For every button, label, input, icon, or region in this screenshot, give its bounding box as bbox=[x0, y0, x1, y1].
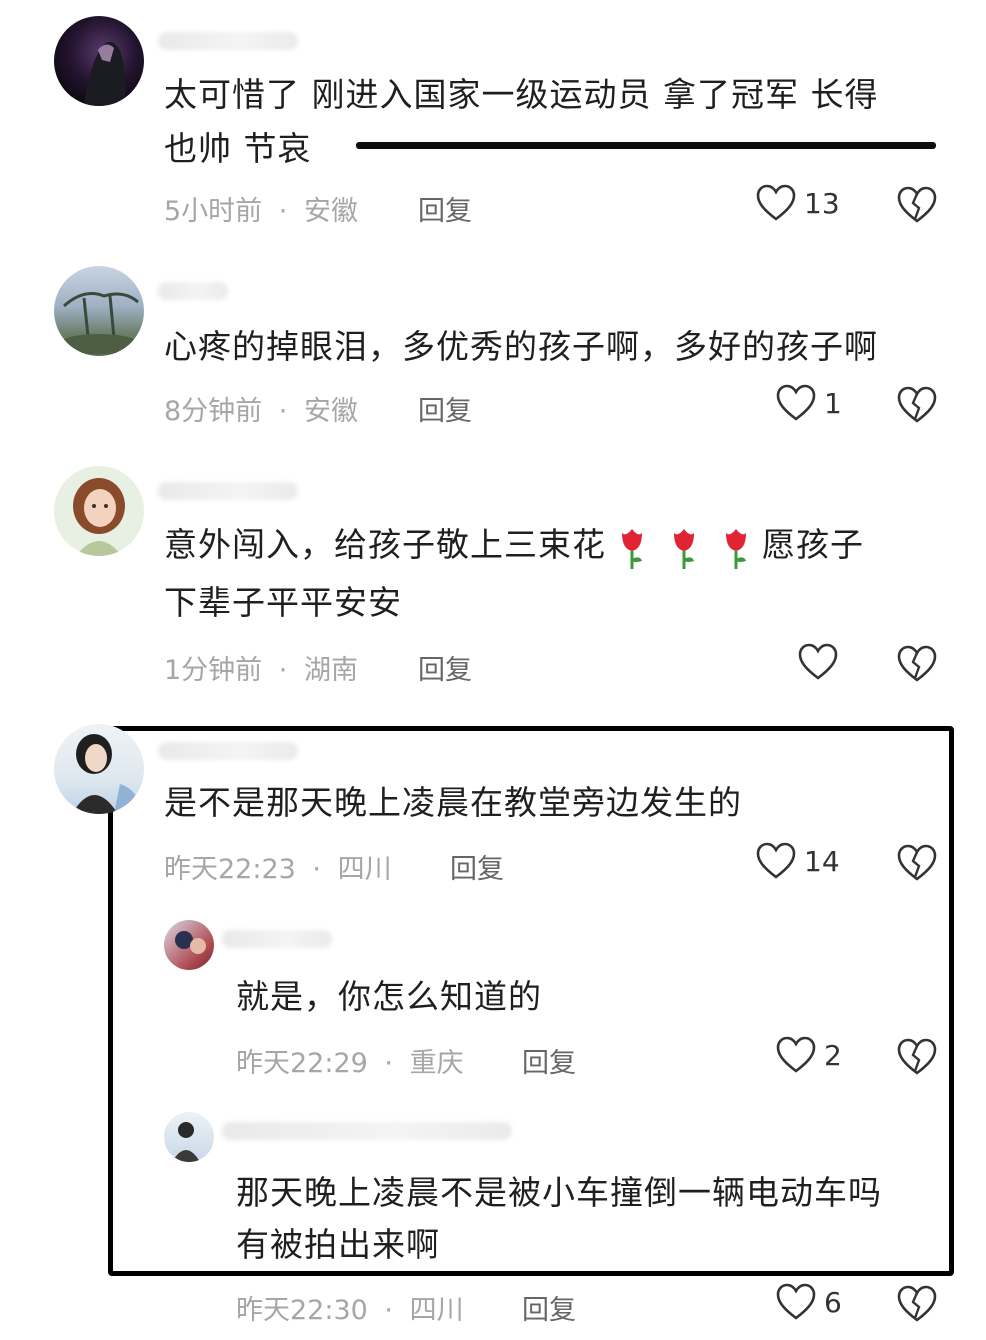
redaction-bar bbox=[356, 142, 936, 149]
reply-text: 那天晚上凌晨不是被小车撞倒一辆电动车吗 bbox=[236, 1173, 882, 1212]
username-blurred[interactable] bbox=[158, 482, 298, 500]
meta-separator: · bbox=[384, 1295, 393, 1326]
username-blurred[interactable] bbox=[222, 930, 332, 948]
username-blurred[interactable] bbox=[158, 742, 298, 760]
avatar[interactable] bbox=[164, 1112, 214, 1162]
comment-text-part: 愿孩子 bbox=[762, 525, 864, 564]
username-blurred[interactable] bbox=[158, 32, 298, 50]
comment-meta: 1分钟前 · 湖南 bbox=[164, 648, 358, 687]
heart-icon bbox=[776, 384, 816, 421]
comment-text-part: 意外闯入，给孩子敬上三束花 bbox=[164, 525, 606, 564]
comment-region: 湖南 bbox=[303, 655, 358, 686]
like-button[interactable]: 2 bbox=[776, 1036, 842, 1074]
rose-icon bbox=[674, 528, 694, 569]
avatar-person-icon bbox=[172, 1122, 200, 1162]
comment-time: 5小时前 bbox=[164, 196, 263, 227]
dislike-button[interactable] bbox=[897, 645, 937, 687]
avatar-person-icon bbox=[72, 734, 140, 814]
avatar[interactable] bbox=[54, 266, 144, 356]
reply-button[interactable]: 回复 bbox=[450, 847, 504, 886]
broken-heart-icon bbox=[897, 386, 937, 423]
broken-heart-icon bbox=[897, 645, 937, 682]
like-count: 1 bbox=[824, 386, 842, 420]
avatar[interactable] bbox=[54, 16, 144, 106]
broken-heart-icon bbox=[897, 844, 937, 881]
username-blurred[interactable] bbox=[158, 282, 228, 300]
comment-text: 心疼的掉眼泪，多优秀的孩子啊，多好的孩子啊 bbox=[164, 327, 878, 366]
heart-icon bbox=[776, 1036, 816, 1073]
like-count: 14 bbox=[804, 844, 840, 878]
meta-separator: · bbox=[278, 396, 288, 427]
dislike-button[interactable] bbox=[897, 386, 937, 428]
broken-heart-icon bbox=[897, 1285, 937, 1322]
like-button[interactable]: 1 bbox=[776, 384, 842, 422]
reply-button[interactable]: 回复 bbox=[522, 1041, 576, 1080]
reply-button[interactable]: 回复 bbox=[418, 648, 472, 687]
comment-text: 意外闯入，给孩子敬上三束花 愿孩子 bbox=[164, 518, 864, 572]
heart-icon bbox=[756, 842, 796, 879]
comment-time: 昨天22:23 bbox=[164, 854, 296, 885]
rose-icon bbox=[622, 528, 642, 569]
like-button[interactable]: 6 bbox=[776, 1283, 842, 1321]
reply-text: 就是，你怎么知道的 bbox=[236, 977, 542, 1016]
reply-button[interactable]: 回复 bbox=[418, 389, 472, 428]
reply-time: 昨天22:29 bbox=[236, 1048, 368, 1079]
avatar[interactable] bbox=[164, 920, 214, 970]
like-button[interactable] bbox=[798, 643, 846, 681]
comment-text-line2: 也帅 节哀 bbox=[164, 129, 312, 168]
reply-time: 昨天22:30 bbox=[236, 1295, 368, 1326]
avatar-girl-icon bbox=[73, 478, 125, 556]
comment-region: 安徽 bbox=[303, 396, 358, 427]
avatar-tree-icon bbox=[59, 292, 139, 354]
comment-time: 8分钟前 bbox=[164, 396, 263, 427]
reply-button[interactable]: 回复 bbox=[418, 189, 472, 228]
username-blurred[interactable] bbox=[222, 1122, 512, 1140]
comment-meta: 8分钟前 · 安徽 bbox=[164, 389, 358, 428]
comment-region: 四川 bbox=[337, 854, 392, 885]
comment-text: 是不是那天晚上凌晨在教堂旁边发生的 bbox=[164, 783, 742, 822]
avatar-figure-icon bbox=[84, 41, 126, 106]
like-button[interactable]: 13 bbox=[756, 184, 840, 222]
heart-icon bbox=[776, 1283, 816, 1320]
avatar[interactable] bbox=[54, 466, 144, 556]
heart-icon bbox=[798, 643, 838, 680]
dislike-button[interactable] bbox=[897, 1038, 937, 1080]
heart-icon bbox=[756, 184, 796, 221]
reply-meta: 昨天22:29 · 重庆 bbox=[236, 1041, 464, 1080]
comment-text: 太可惜了 刚进入国家一级运动员 拿了冠军 长得 bbox=[164, 75, 879, 114]
comment-text-line2: 下辈子平平安安 bbox=[164, 583, 402, 622]
avatar-figure-icon bbox=[175, 931, 206, 954]
dislike-button[interactable] bbox=[897, 844, 937, 886]
comment-time: 1分钟前 bbox=[164, 655, 263, 686]
like-button[interactable]: 14 bbox=[756, 842, 840, 880]
reply-meta: 昨天22:30 · 四川 bbox=[236, 1288, 464, 1327]
meta-separator: · bbox=[278, 196, 288, 227]
like-count: 2 bbox=[824, 1038, 842, 1072]
like-count: 6 bbox=[824, 1285, 842, 1319]
comment-region: 安徽 bbox=[303, 196, 358, 227]
broken-heart-icon bbox=[897, 186, 937, 223]
meta-separator: · bbox=[384, 1048, 393, 1079]
reply-text-line2: 有被拍出来啊 bbox=[236, 1225, 440, 1264]
meta-separator: · bbox=[278, 655, 288, 686]
dislike-button[interactable] bbox=[897, 186, 937, 228]
comment-meta: 5小时前 · 安徽 bbox=[164, 189, 358, 228]
avatar[interactable] bbox=[54, 724, 144, 814]
reply-region: 四川 bbox=[409, 1295, 464, 1326]
reply-button[interactable]: 回复 bbox=[522, 1288, 576, 1327]
reply-region: 重庆 bbox=[409, 1048, 464, 1079]
rose-icon bbox=[726, 528, 746, 569]
dislike-button[interactable] bbox=[897, 1285, 937, 1327]
broken-heart-icon bbox=[897, 1038, 937, 1075]
meta-separator: · bbox=[312, 854, 321, 885]
like-count: 13 bbox=[804, 186, 840, 220]
comment-meta: 昨天22:23 · 四川 bbox=[164, 847, 392, 886]
